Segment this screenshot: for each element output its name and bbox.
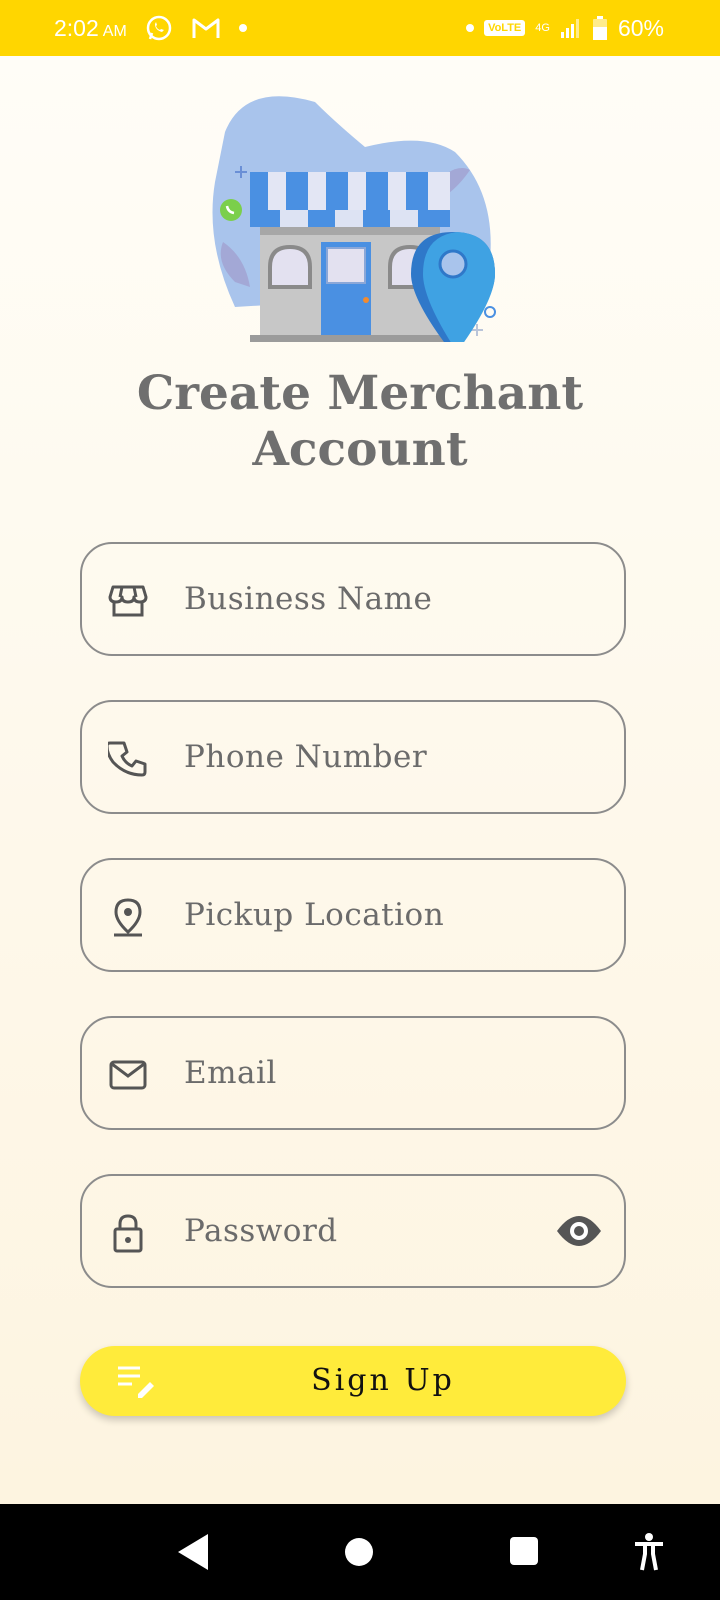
lock-icon bbox=[113, 1214, 143, 1253]
pickup-location-field[interactable]: Pickup Location bbox=[80, 858, 626, 972]
recents-icon[interactable] bbox=[508, 1532, 540, 1572]
status-right: VoLTE 4G 60% bbox=[466, 0, 664, 56]
accessibility-icon[interactable] bbox=[632, 1532, 666, 1572]
email-placeholder: Email bbox=[184, 1055, 277, 1091]
phone-number-field[interactable]: Phone Number bbox=[80, 700, 626, 814]
mail-icon bbox=[109, 1060, 147, 1090]
status-time: 2:02 AM bbox=[54, 14, 127, 41]
phone-icon bbox=[108, 741, 147, 777]
phone-number-placeholder: Phone Number bbox=[184, 739, 428, 775]
signup-screen: Create Merchant Account Business Name Pho… bbox=[0, 56, 720, 1504]
business-name-field[interactable]: Business Name bbox=[80, 542, 626, 656]
status-bar: 2:02 AM VoLTE 4G 60% bbox=[0, 0, 720, 56]
sign-up-label: Sign Up bbox=[311, 1363, 455, 1398]
eye-icon[interactable] bbox=[556, 1211, 602, 1251]
navigation-bar bbox=[0, 1504, 720, 1600]
back-icon[interactable] bbox=[176, 1532, 210, 1572]
status-left: 2:02 AM bbox=[54, 0, 247, 56]
network-type: 4G bbox=[535, 22, 550, 34]
home-icon[interactable] bbox=[344, 1532, 374, 1572]
battery-percent: 60% bbox=[617, 14, 664, 41]
business-name-placeholder: Business Name bbox=[184, 581, 433, 617]
battery-icon bbox=[592, 16, 607, 40]
privacy-dot-icon bbox=[466, 24, 475, 32]
volte-badge: VoLTE bbox=[484, 20, 526, 36]
notification-dot-icon bbox=[238, 24, 247, 32]
pickup-location-placeholder: Pickup Location bbox=[184, 897, 445, 933]
location-pin-icon bbox=[114, 898, 142, 937]
sign-up-button[interactable]: Sign Up bbox=[80, 1346, 626, 1416]
password-placeholder: Password bbox=[184, 1213, 338, 1249]
email-field[interactable]: Email bbox=[80, 1016, 626, 1130]
password-field[interactable]: Password bbox=[80, 1174, 626, 1288]
whatsapp-icon bbox=[146, 15, 172, 41]
page-title: Create Merchant Account bbox=[136, 366, 584, 477]
gmail-icon bbox=[192, 18, 220, 38]
store-icon bbox=[108, 585, 148, 617]
signal-icon bbox=[560, 19, 579, 38]
store-with-location-pin-illustration bbox=[212, 96, 496, 342]
